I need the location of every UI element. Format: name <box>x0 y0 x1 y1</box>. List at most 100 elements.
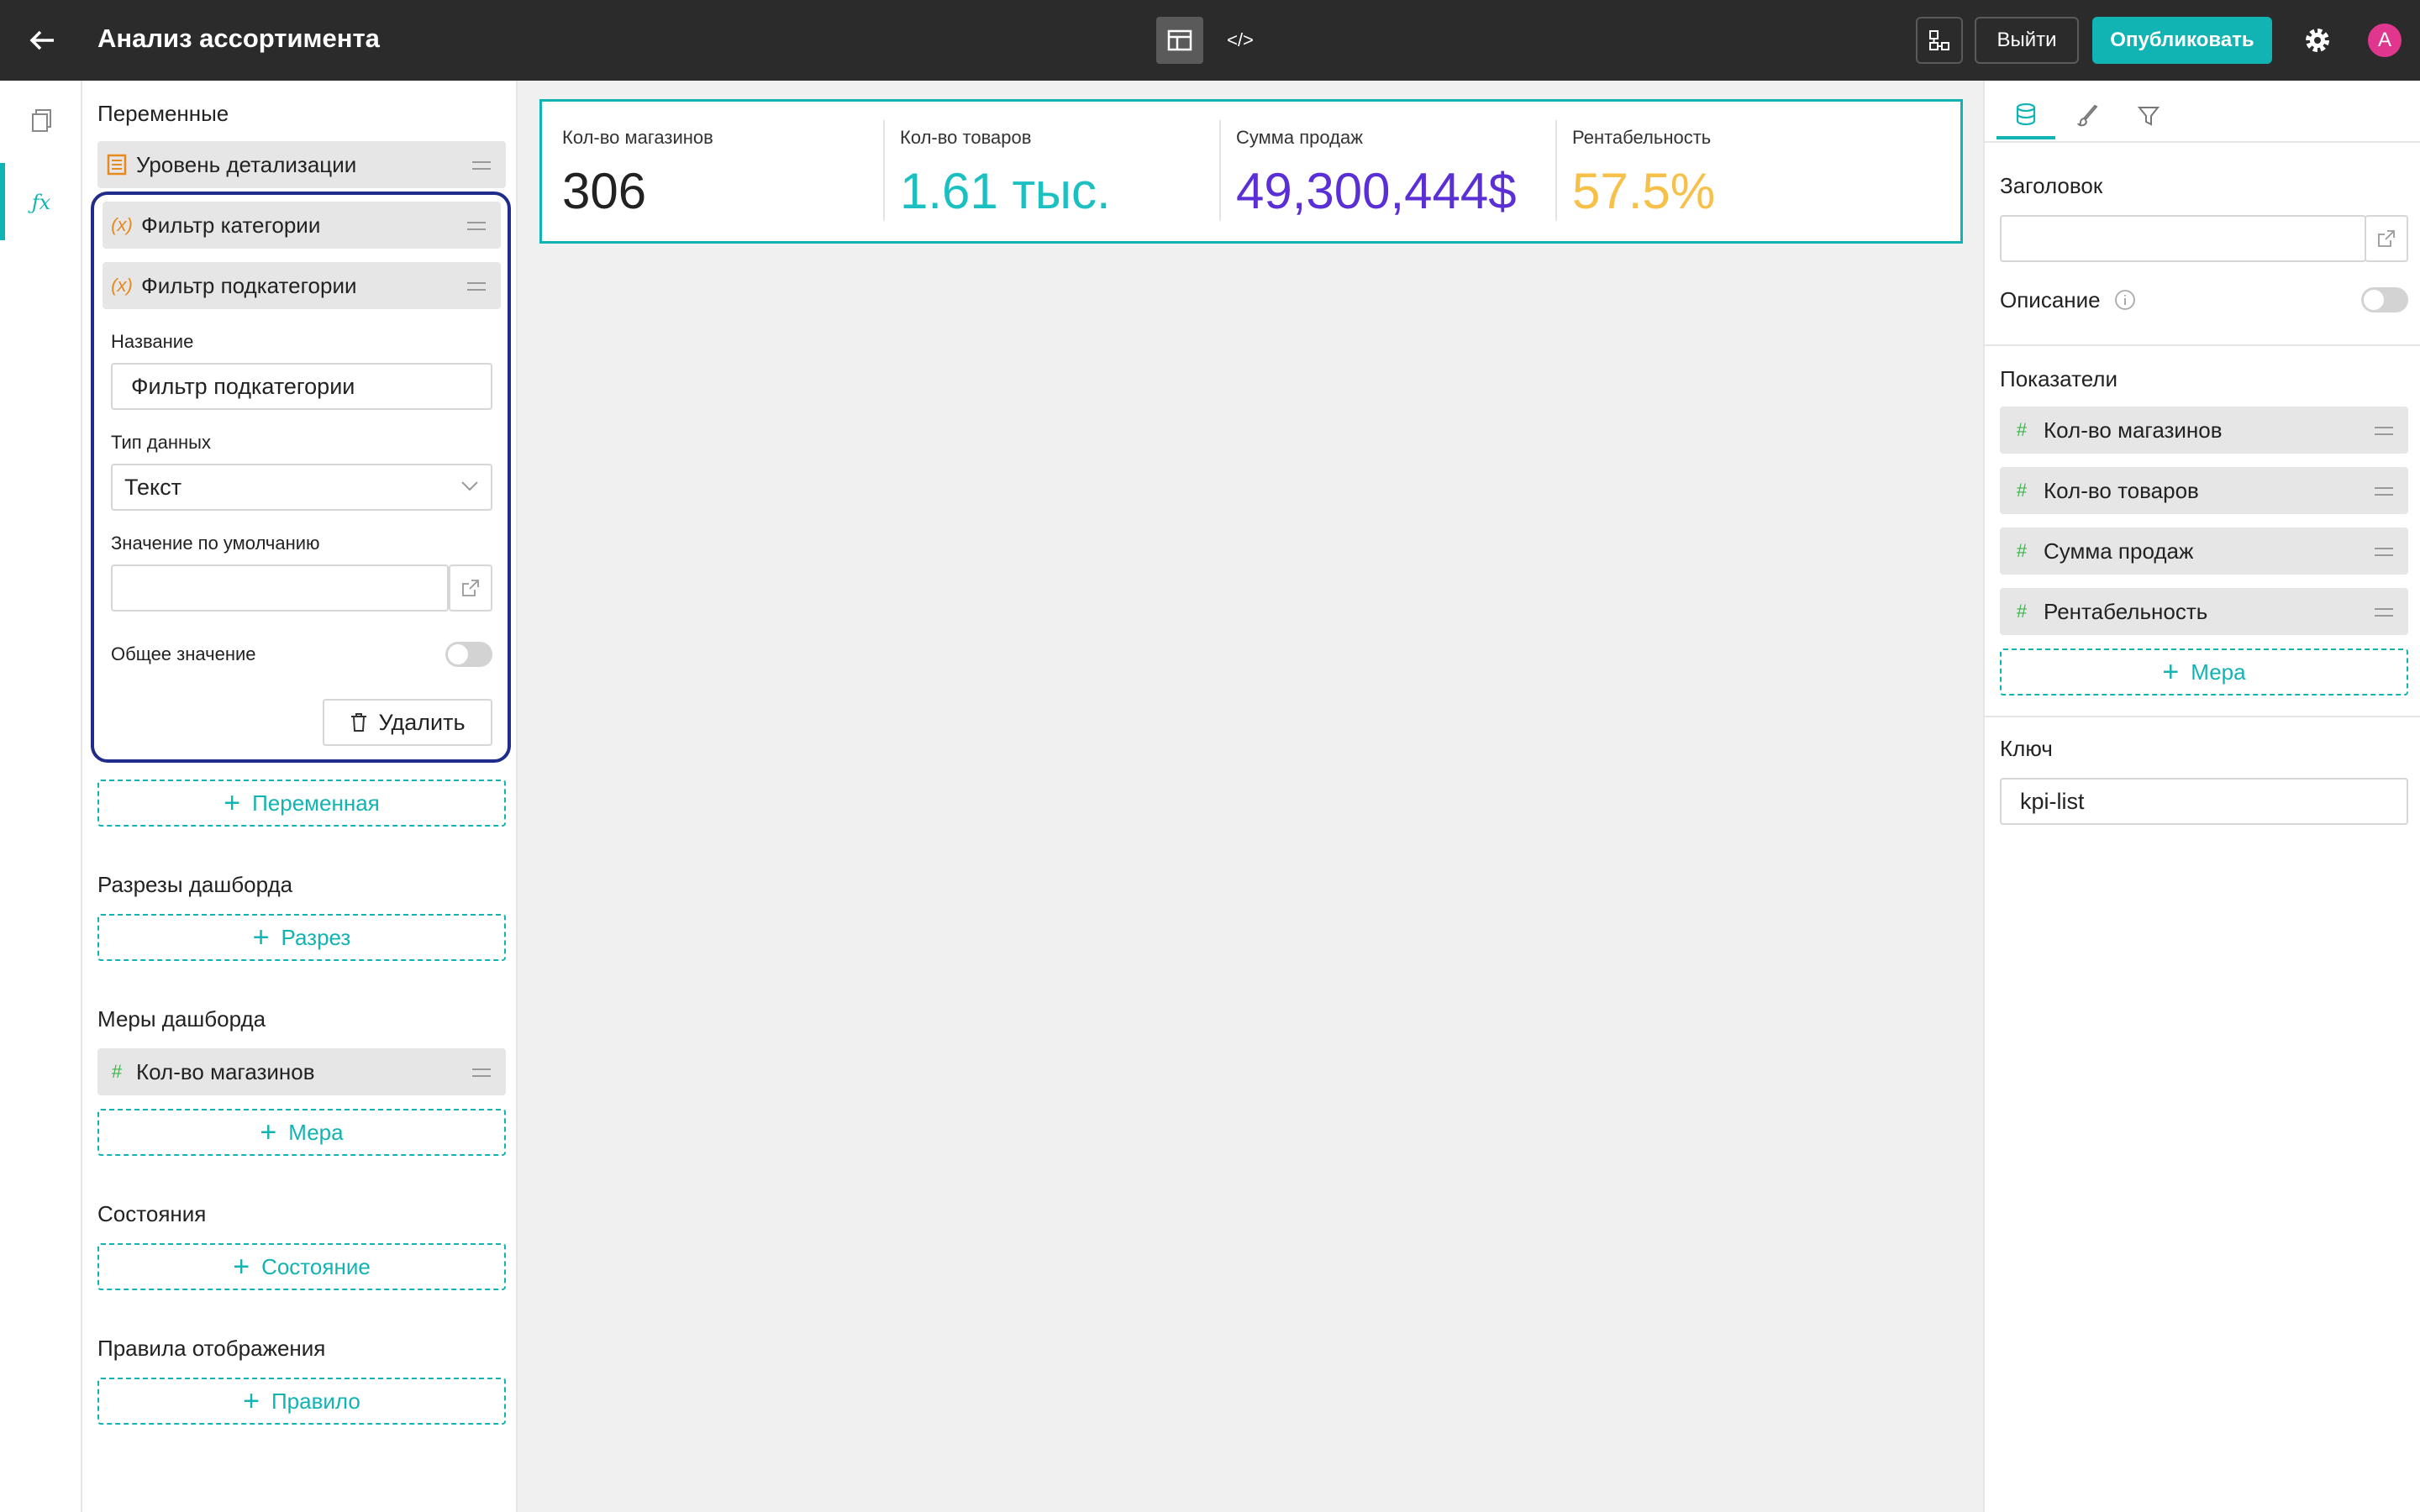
database-icon <box>2016 102 2036 126</box>
drag-handle-icon[interactable] <box>2375 487 2393 496</box>
add-variable-label: Переменная <box>252 790 380 816</box>
publish-button[interactable]: Опубликовать <box>2092 17 2272 64</box>
name-field[interactable]: Фильтр подкатегории <box>111 363 492 410</box>
open-editor-button[interactable] <box>449 564 492 612</box>
variable-label: Фильтр категории <box>141 212 321 238</box>
external-edit-icon <box>2378 230 2395 247</box>
add-state-button[interactable]: + Состояние <box>97 1243 506 1290</box>
variable-item[interactable]: (x) Фильтр категории <box>103 202 501 249</box>
variable-item[interactable]: (x) Фильтр подкатегории <box>103 262 501 309</box>
key-label: Ключ <box>2000 736 2053 761</box>
back-arrow-icon[interactable] <box>24 22 60 59</box>
add-slice-label: Разрез <box>281 924 351 950</box>
code-view-button[interactable]: </> <box>1217 17 1264 64</box>
data-type-label: Тип данных <box>111 432 211 453</box>
data-type-select[interactable]: Текст <box>111 464 492 511</box>
data-type-value: Текст <box>124 474 182 500</box>
add-variable-button[interactable]: + Переменная <box>97 780 506 827</box>
plus-icon: + <box>224 786 241 819</box>
kpi-list-widget[interactable]: Кол-во магазинов 306 Кол-во товаров 1.61… <box>539 99 1963 244</box>
add-indicator-label: Мера <box>2191 659 2246 685</box>
states-title: Состояния <box>97 1201 207 1226</box>
shared-value-toggle[interactable] <box>445 642 492 667</box>
hash-icon: # <box>2016 601 2028 622</box>
pages-icon[interactable] <box>20 99 62 141</box>
variable-icon: (x) <box>111 214 133 235</box>
hash-icon: # <box>111 1061 123 1082</box>
drag-handle-icon[interactable] <box>2375 548 2393 556</box>
layout-view-button[interactable] <box>1156 17 1203 64</box>
tab-data[interactable] <box>1996 92 2055 139</box>
add-indicator-button[interactable]: + Мера <box>2000 648 2408 696</box>
delete-button[interactable]: Удалить <box>323 699 492 746</box>
add-rule-button[interactable]: + Правило <box>97 1378 506 1425</box>
shared-value-label: Общее значение <box>111 643 256 664</box>
widget-title-field[interactable] <box>2000 215 2366 262</box>
kpi-profitability: Рентабельность 57.5% <box>1555 120 1891 221</box>
indicator-item[interactable]: # Кол-во товаров <box>2000 467 2408 514</box>
top-bar: Анализ ассортимента </> Выйти Опубликова… <box>0 0 2420 81</box>
drag-handle-icon[interactable] <box>2375 608 2393 617</box>
hash-icon: # <box>2016 480 2028 501</box>
variables-title: Переменные <box>97 101 229 126</box>
description-toggle[interactable] <box>2361 287 2408 312</box>
drag-handle-icon[interactable] <box>467 282 486 291</box>
kpi-sales: Сумма продаж 49,300,444$ <box>1219 120 1555 221</box>
section-divider <box>1985 344 2420 346</box>
measures-title: Меры дашборда <box>97 1006 266 1032</box>
add-measure-button[interactable]: + Мера <box>97 1109 506 1156</box>
kpi-label: Сумма продаж <box>1236 127 1363 148</box>
name-label: Название <box>111 331 194 352</box>
indicators-title: Показатели <box>2000 366 2118 391</box>
drag-handle-icon[interactable] <box>2375 427 2393 435</box>
drag-handle-icon[interactable] <box>467 222 486 230</box>
open-title-editor-button[interactable] <box>2365 215 2408 262</box>
add-state-label: Состояние <box>261 1253 371 1279</box>
left-rail: ƒx <box>0 81 82 1512</box>
drag-handle-icon[interactable] <box>472 161 491 170</box>
measure-label: Кол-во магазинов <box>136 1058 315 1084</box>
measure-item[interactable]: # Кол-во магазинов <box>97 1048 506 1095</box>
indicator-label: Сумма продаж <box>2044 538 2194 564</box>
logout-button[interactable]: Выйти <box>1975 17 2079 64</box>
tab-style[interactable] <box>2059 92 2118 139</box>
indicator-item[interactable]: # Сумма продаж <box>2000 528 2408 575</box>
drag-handle-icon[interactable] <box>472 1068 491 1077</box>
hash-icon: # <box>2016 540 2028 561</box>
variable-icon: (x) <box>111 275 133 296</box>
add-measure-label: Мера <box>288 1119 344 1145</box>
dashboard-canvas: Кол-во магазинов 306 Кол-во товаров 1.61… <box>518 81 1983 1512</box>
gear-icon[interactable] <box>2299 22 2336 59</box>
plus-icon: + <box>252 921 270 953</box>
avatar[interactable]: A <box>2368 24 2402 57</box>
indicator-label: Кол-во товаров <box>2044 477 2199 503</box>
kpi-value: 306 <box>562 163 647 219</box>
trash-icon <box>351 713 367 732</box>
plus-icon: + <box>233 1250 250 1283</box>
indicator-item[interactable]: # Рентабельность <box>2000 588 2408 635</box>
default-value-field[interactable] <box>111 564 449 612</box>
variable-label: Фильтр подкатегории <box>141 272 357 298</box>
key-field[interactable]: kpi-list <box>2000 778 2408 825</box>
hash-icon: # <box>2016 419 2028 440</box>
section-divider <box>1985 716 2420 717</box>
structure-button[interactable] <box>1916 17 1963 64</box>
function-icon[interactable]: ƒx <box>20 181 62 223</box>
indicator-label: Кол-во магазинов <box>2044 417 2223 443</box>
indicator-item[interactable]: # Кол-во магазинов <box>2000 407 2408 454</box>
kpi-value: 1.61 тыс. <box>900 163 1111 219</box>
dashboard-title: Анализ ассортимента <box>97 24 380 53</box>
description-label: Описание <box>2000 287 2101 312</box>
kpi-value: 49,300,444$ <box>1236 163 1517 219</box>
display-rules-title: Правила отображения <box>97 1336 326 1361</box>
add-slice-button[interactable]: + Разрез <box>97 914 506 961</box>
variable-item[interactable]: Уровень детализации <box>97 141 506 188</box>
default-value-label: Значение по умолчанию <box>111 533 320 554</box>
kpi-value: 57.5% <box>1572 163 1716 219</box>
info-icon <box>2115 290 2135 310</box>
active-indicator <box>0 163 5 240</box>
external-edit-icon <box>462 580 479 596</box>
tab-filter[interactable] <box>2119 92 2178 139</box>
variable-label: Уровень детализации <box>136 151 357 177</box>
tabs-divider <box>1985 141 2420 143</box>
